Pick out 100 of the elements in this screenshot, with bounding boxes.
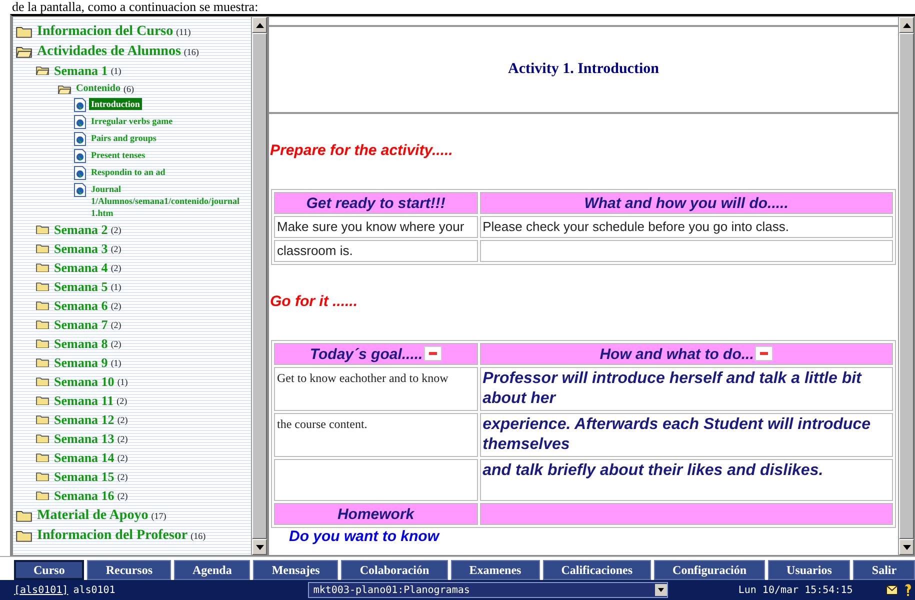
tree-item[interactable]: Present tenses [89, 149, 148, 161]
web-page-icon [74, 132, 86, 146]
nav-tab[interactable]: Agenda [174, 560, 250, 580]
column-header: Get ready to start!!! [274, 192, 478, 214]
nav-tab[interactable]: Calificaciones [542, 560, 652, 580]
tree-folder[interactable]: Semana 16 [52, 488, 116, 504]
date-time: Lun 10/mar 15:54:15 [738, 584, 853, 596]
table-cell: Please check your schedule before you go into class. [480, 216, 893, 238]
row-header: Homework [274, 503, 478, 525]
scrollbar[interactable] [898, 17, 914, 555]
item-count: (2) [110, 263, 122, 273]
tree-folder[interactable]: Semana 2 [52, 222, 110, 238]
activity-title: Activity 1. Introduction [508, 61, 659, 78]
tree-folder[interactable]: Semana 3 [52, 241, 110, 257]
tree-folder[interactable]: Material de Apoyo [35, 507, 150, 524]
folder-icon [36, 300, 49, 310]
document-text: de la pantalla, como a continuacion se muestra: [11, 0, 260, 14]
column-header: What and how you will do..... [480, 192, 893, 214]
tree-item[interactable]: Respondin to an ad [89, 166, 168, 178]
tree-folder[interactable]: Semana 12 [52, 412, 116, 428]
nav-tab[interactable]: Examenes [450, 560, 540, 580]
item-count: (2) [110, 339, 122, 349]
folder-icon [36, 395, 49, 406]
item-count: (1) [110, 66, 122, 76]
menu-icon[interactable] [424, 346, 442, 360]
tree-item[interactable]: Pairs and groups [89, 132, 158, 144]
tree-folder[interactable]: Semana 15 [52, 469, 116, 485]
open-folder-icon [16, 45, 32, 58]
nav-tab[interactable]: Salir [853, 560, 915, 580]
mail-icon[interactable] [886, 585, 898, 595]
tree-folder[interactable]: Semana 8 [52, 336, 110, 352]
folder-icon [36, 262, 49, 272]
tree-folder[interactable]: Semana 9 [52, 355, 110, 371]
folder-icon [36, 471, 49, 482]
tree-folder[interactable]: Semana 13 [52, 431, 116, 447]
item-count: (2) [110, 301, 122, 311]
tree-folder[interactable]: Informacion del Profesor [35, 527, 190, 544]
tree-folder[interactable]: Semana 14 [52, 450, 116, 466]
item-count: (1) [110, 358, 122, 368]
tree-folder[interactable]: Semana 10 [52, 374, 116, 390]
scroll-up-icon[interactable] [256, 22, 264, 28]
scroll-down-icon[interactable] [256, 544, 264, 550]
table-cell: Make sure you know where your [274, 216, 478, 238]
tree-folder[interactable]: Semana 7 [52, 317, 110, 333]
web-page-icon [74, 183, 86, 197]
tree-folder[interactable]: Semana 11 [52, 393, 116, 409]
tree-folder[interactable]: Contenido [74, 82, 122, 95]
nav-tab[interactable]: Configuración [654, 560, 766, 580]
item-count: (1) [110, 282, 122, 292]
column-header: Today´s goal..... [274, 343, 478, 365]
web-page-icon [74, 166, 86, 180]
menu-icon[interactable] [754, 346, 773, 360]
tree-folder[interactable]: Semana 4 [52, 260, 110, 276]
dropdown-icon[interactable] [655, 584, 668, 596]
tree-item[interactable]: Introduction [89, 98, 142, 110]
web-page-icon [74, 98, 86, 112]
tree-item[interactable]: Journal 1/Alumnos/semana1/contenido/journal 1.htm [89, 183, 239, 219]
folder-icon [36, 357, 49, 368]
item-count: (16) [184, 46, 199, 56]
tree-folder[interactable]: Semana 1 [52, 63, 110, 79]
nav-tab[interactable]: Curso [14, 560, 84, 580]
nav-tab[interactable]: Recursos [87, 560, 172, 580]
scroll-up-icon[interactable] [902, 22, 910, 28]
folder-icon [36, 224, 49, 234]
folder-icon [36, 281, 49, 292]
folder-icon [36, 490, 49, 500]
nav-tab[interactable]: Mensajes [253, 560, 338, 580]
folder-icon [16, 509, 32, 522]
item-count: (2) [110, 320, 122, 330]
tree-folder[interactable]: Semana 6 [52, 298, 110, 314]
table-cell: the course content. [274, 413, 478, 457]
item-count: (2) [110, 225, 122, 235]
web-page-icon [74, 149, 86, 163]
user-link[interactable]: [als0101] [14, 584, 68, 596]
section-heading: Go for it ...... [269, 292, 358, 312]
nav-tab[interactable]: Colaboración [341, 560, 448, 580]
open-folder-icon [58, 84, 71, 94]
tree-folder[interactable]: Semana 5 [52, 279, 110, 295]
tree-item[interactable]: Irregular verbs game [89, 115, 175, 127]
question-text: Do you want to know [288, 528, 441, 545]
folder-icon [36, 338, 49, 348]
item-count: (2) [117, 434, 128, 444]
tree-folder[interactable]: Actividades de Alumnos [35, 43, 183, 60]
folder-icon [36, 414, 49, 424]
folder-icon [16, 529, 32, 542]
help-icon[interactable] [903, 583, 913, 597]
open-folder-icon [36, 65, 49, 76]
user-name: als0101 [73, 584, 116, 596]
item-count: (2) [117, 472, 128, 482]
table-cell: experience. Afterwards each Student will introduce themselves [480, 413, 893, 457]
table-cell: classroom is. [274, 240, 478, 262]
nav-tab[interactable]: Usuarios [768, 560, 850, 580]
course-select[interactable]: mkt003-plano01:Planogramas [308, 582, 668, 598]
folder-icon [36, 452, 49, 462]
folder-icon [36, 243, 49, 254]
item-count: (1) [117, 377, 128, 387]
scroll-down-icon[interactable] [902, 544, 910, 550]
scrollbar[interactable] [251, 17, 267, 555]
table-cell: Professor will introduce herself and talk a little bit about her [480, 367, 893, 411]
tree-folder[interactable]: Informacion del Curso [35, 23, 176, 40]
